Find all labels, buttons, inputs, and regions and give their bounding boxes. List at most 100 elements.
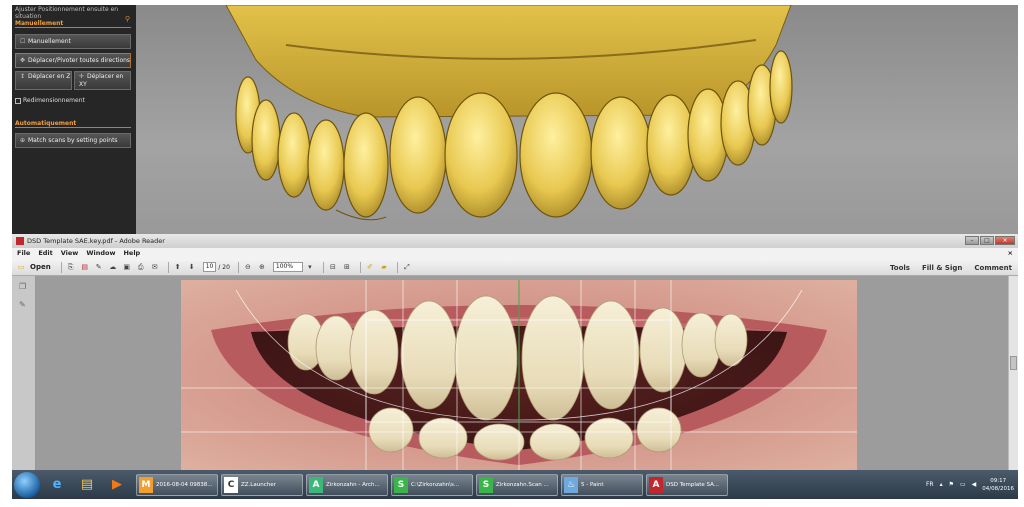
clock[interactable]: 09:17 04/08/2016 — [982, 477, 1014, 493]
page-total: / 20 — [218, 263, 230, 271]
target-icon: ⊕ — [20, 137, 26, 144]
fill-sign-button[interactable]: Fill & Sign — [922, 264, 962, 272]
resize-checkbox[interactable]: Redimensionnement — [15, 97, 85, 105]
smile-image — [181, 280, 857, 470]
scrollbar-thumb[interactable] — [1010, 356, 1017, 370]
folder-open-icon[interactable]: ▭ — [16, 262, 26, 272]
task-app-icon: C — [224, 476, 238, 493]
move-rotate-all-button[interactable]: ✥ Déplacer/Pivoter toutes directions — [15, 53, 131, 68]
language-indicator[interactable]: FR — [926, 481, 934, 488]
clock-time: 09:17 — [990, 477, 1007, 484]
menu-view[interactable]: View — [61, 248, 79, 259]
fit-page-icon[interactable]: ⊟ — [328, 262, 338, 272]
task-label: Zirkonzahn.Scan ... — [496, 481, 549, 488]
navigation-pane: ❐ ✎ — [12, 276, 36, 470]
3d-viewport[interactable] — [136, 5, 1018, 234]
move-rotate-all-label: Déplacer/Pivoter toutes directions — [28, 57, 131, 64]
document-area: ❐ ✎ — [12, 276, 1018, 470]
scan-application: Ajuster Positionnement ensuite en situat… — [12, 5, 1018, 234]
taskbar-task-button[interactable]: S C:\Zirkonzahn\s... — [391, 473, 473, 496]
maximize-button[interactable]: □ — [980, 236, 994, 245]
taskbar-task-button[interactable]: S Zirkonzahn.Scan ... — [476, 473, 558, 496]
start-button[interactable] — [14, 471, 40, 498]
minimize-button[interactable]: – — [965, 236, 979, 245]
hand-icon: ☐ — [20, 38, 26, 45]
print-icon[interactable]: ⎙ — [136, 262, 146, 272]
move-icon: ✥ — [20, 57, 26, 64]
document-close-button[interactable]: × — [1008, 248, 1013, 259]
toolbar-separator — [396, 261, 398, 273]
flag-icon[interactable]: ⚑ — [949, 481, 954, 488]
task-app-icon: S — [479, 476, 493, 493]
checkbox-box[interactable] — [15, 97, 21, 104]
tools-button[interactable]: Tools — [890, 264, 910, 272]
reader-titlebar: DSD Template SAE.key.pdf - Adobe Reader … — [12, 234, 1018, 248]
zoom-in-icon[interactable]: ⊕ — [257, 262, 267, 272]
media-player-icon[interactable]: ▶ — [106, 475, 128, 495]
menu-help[interactable]: Help — [123, 248, 140, 259]
panel-note: Ajuster Positionnement ensuite en situat… — [15, 6, 119, 20]
smile-photograph — [181, 280, 857, 470]
expand-icon[interactable]: ⤢ — [402, 262, 412, 272]
move-xy-button[interactable]: ✛ Déplacer en XY — [74, 71, 131, 90]
pages-panel-icon[interactable]: ❐ — [19, 282, 29, 291]
menu-edit[interactable]: Edit — [38, 248, 52, 259]
export-pdf-icon[interactable]: ▤ — [80, 262, 90, 272]
zoom-level-field[interactable]: 100% — [272, 262, 303, 272]
cloud-icon[interactable]: ☁ — [108, 262, 118, 272]
sticky-note-icon[interactable]: ✐ — [365, 262, 375, 272]
previous-page-icon[interactable]: ⬆ — [173, 262, 183, 272]
toolbar-separator — [322, 261, 324, 273]
move-z-button[interactable]: ↕ Déplacer en Z — [15, 71, 72, 90]
pdf-icon — [16, 237, 24, 245]
task-label: Zirkonzahn - Arch... — [326, 481, 380, 488]
show-hidden-icons-icon[interactable]: ▴ — [940, 481, 943, 488]
network-icon[interactable]: ▭ — [960, 481, 966, 488]
arrow-vertical-icon: ↕ — [20, 73, 26, 80]
task-app-icon: A — [309, 476, 323, 493]
save-icon[interactable]: ▣ — [122, 262, 132, 272]
match-scans-button[interactable]: ⊕ Match scans by setting points — [15, 133, 131, 148]
fullscreen-icon[interactable]: ⊞ — [342, 262, 352, 272]
volume-icon[interactable]: ◀ — [972, 481, 977, 488]
taskbar-task-button[interactable]: A DSD Template SA... — [646, 473, 728, 496]
chevron-down-icon[interactable]: ▾ — [305, 262, 315, 272]
close-window-button[interactable]: × — [995, 236, 1015, 245]
taskbar-task-button[interactable]: M 2016-08-04 09838... — [136, 473, 218, 496]
taskbar: e ▤ ▶ M 2016-08-04 09838... C ZZ.Launcher A Z… — [12, 470, 1018, 499]
menu-file[interactable]: File — [17, 248, 30, 259]
pin-icon[interactable]: ⚲ — [125, 15, 130, 23]
taskbar-task-button[interactable]: C ZZ.Launcher — [221, 473, 303, 496]
toolbar-separator — [60, 261, 62, 273]
page-number-field[interactable]: 10 — [202, 262, 217, 272]
edit-pdf-icon[interactable]: ✎ — [94, 262, 104, 272]
task-app-icon: M — [139, 476, 153, 493]
comment-button[interactable]: Comment — [974, 264, 1012, 272]
zoom-out-icon[interactable]: ⊖ — [243, 262, 253, 272]
attachment-icon[interactable]: ✎ — [19, 300, 29, 309]
task-list: M 2016-08-04 09838... C ZZ.Launcher A Zirkonz… — [136, 473, 731, 496]
pdf-reader-window: DSD Template SAE.key.pdf - Adobe Reader … — [12, 234, 1018, 470]
create-pdf-icon[interactable]: ⎘ — [66, 262, 76, 272]
open-button[interactable]: Open — [30, 263, 51, 271]
task-label: 2016-08-04 09838... — [156, 481, 213, 488]
positioning-panel: Ajuster Positionnement ensuite en situat… — [12, 5, 136, 234]
manual-button[interactable]: ☐ Manuellement — [15, 34, 131, 49]
resize-label: Redimensionnement — [23, 97, 85, 104]
email-icon[interactable]: ✉ — [150, 262, 160, 272]
taskbar-task-button[interactable]: A Zirkonzahn - Arch... — [306, 473, 388, 496]
system-tray: FR ▴ ⚑ ▭ ◀ 09:17 04/08/2016 — [926, 470, 1014, 499]
file-explorer-icon[interactable]: ▤ — [76, 475, 98, 495]
internet-explorer-icon[interactable]: e — [46, 475, 68, 495]
menu-window[interactable]: Window — [86, 248, 115, 259]
task-app-icon: S — [394, 476, 408, 493]
section-auto-heading: Automatiquement — [15, 119, 131, 128]
taskbar-task-button[interactable]: ♨ 5 - Paint — [561, 473, 643, 496]
highlight-icon[interactable]: ▰ — [379, 262, 389, 272]
window-controls: – □ × — [965, 236, 1015, 245]
window-title: DSD Template SAE.key.pdf - Adobe Reader — [27, 237, 165, 245]
toolbar-separator — [359, 261, 361, 273]
task-label: 5 - Paint — [581, 481, 604, 488]
next-page-icon[interactable]: ⬇ — [187, 262, 197, 272]
vertical-scrollbar[interactable] — [1008, 276, 1018, 470]
